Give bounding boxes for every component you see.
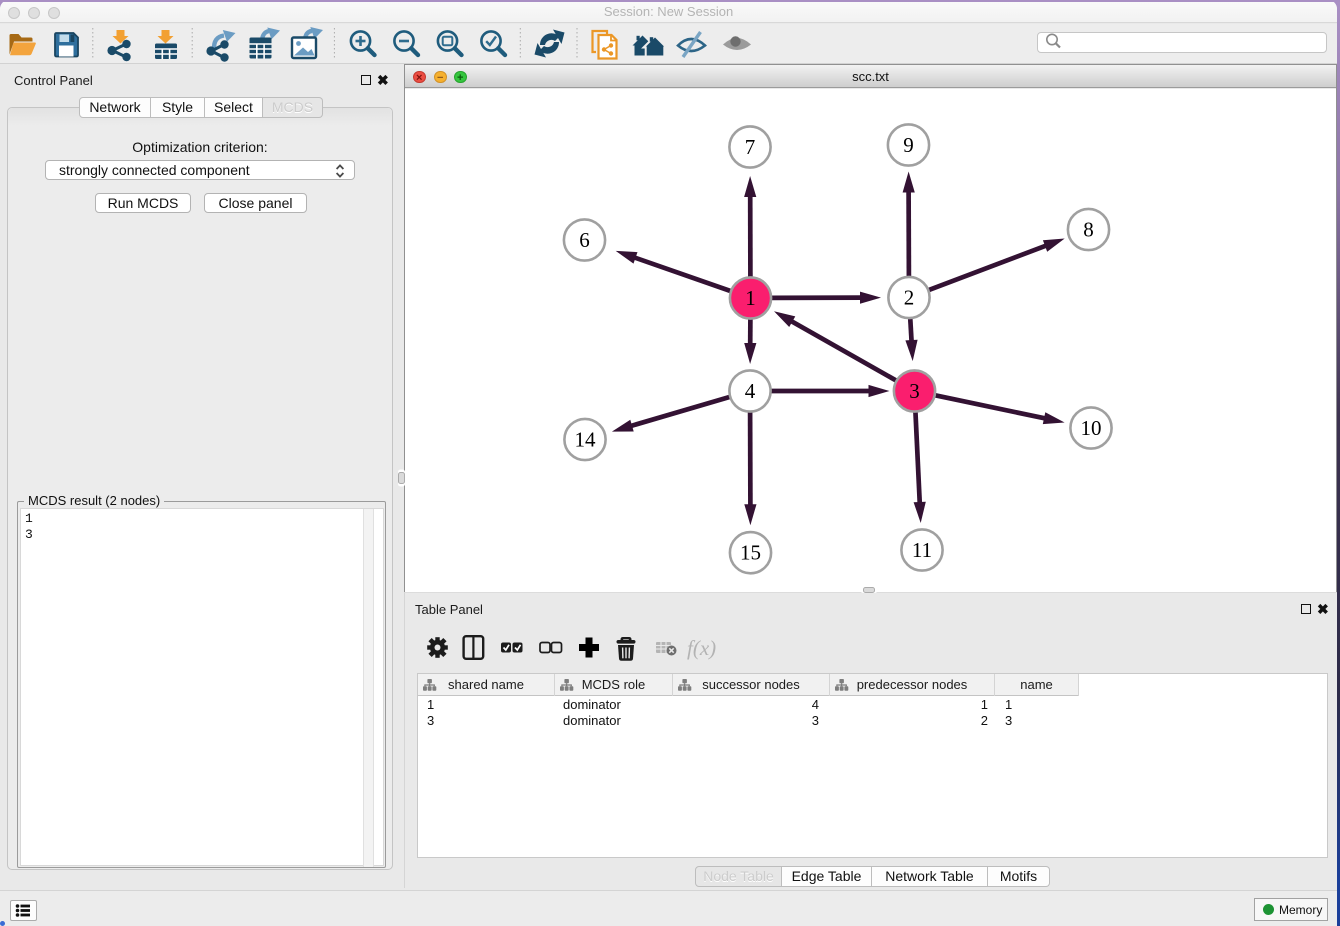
svg-text:11: 11: [912, 538, 932, 562]
svg-text:2: 2: [904, 286, 915, 310]
svg-text:3: 3: [909, 379, 920, 403]
svg-text:7: 7: [745, 135, 756, 159]
svg-text:14: 14: [575, 428, 597, 452]
svg-text:8: 8: [1083, 218, 1094, 242]
svg-text:9: 9: [903, 133, 914, 157]
svg-text:6: 6: [579, 228, 590, 252]
svg-text:15: 15: [740, 541, 761, 565]
svg-text:1: 1: [745, 286, 756, 310]
svg-text:4: 4: [745, 379, 756, 403]
svg-text:10: 10: [1081, 416, 1102, 440]
svg-text:f(x): f(x): [687, 636, 716, 660]
